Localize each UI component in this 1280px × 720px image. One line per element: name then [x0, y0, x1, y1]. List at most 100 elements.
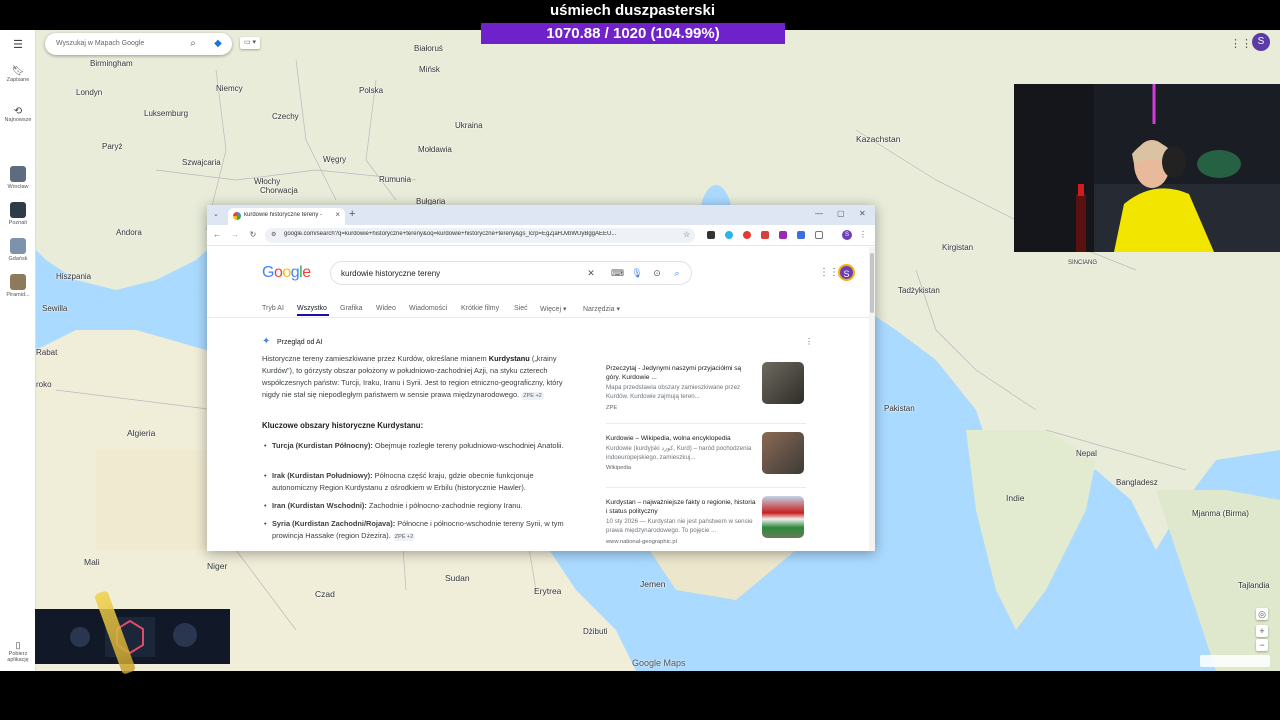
search-icon[interactable]: ⌕ [671, 268, 683, 279]
source-title[interactable]: Przeczytaj - Jedynymi naszymi przyjaciół… [606, 364, 756, 382]
extension-icon[interactable] [797, 231, 805, 239]
close-window-button[interactable]: ✕ [859, 209, 866, 218]
map-label: Erytrea [534, 586, 562, 596]
citation-chip[interactable]: ZPE +2 [392, 533, 416, 541]
browser-menu-icon[interactable]: ⋮ [858, 230, 868, 239]
tab-short-videos[interactable]: Krótkie filmy [461, 305, 499, 312]
new-tab-button[interactable]: + [349, 208, 355, 220]
zoom-in-button[interactable]: + [1256, 625, 1268, 637]
source-card[interactable]: Kurdystan – najważniejsze fakty o region… [599, 493, 812, 551]
map-label: Mjanma (Birma) [1192, 509, 1249, 518]
source-thumbnail[interactable] [762, 432, 804, 474]
map-label: Dżibuti [583, 627, 608, 636]
lens-icon[interactable]: ⊙ [651, 268, 663, 279]
google-results-page: Google kurdowie historyczne tereny ✕ ⌨ 🎙… [207, 247, 875, 551]
tab-ai-mode[interactable]: Tryb AI [262, 305, 284, 312]
my-location-icon[interactable]: ◎ [1256, 608, 1268, 620]
citation-chip[interactable]: ZPE +2 [521, 392, 544, 400]
tab-news[interactable]: Wiadomości [409, 305, 447, 312]
browser-profile-avatar[interactable]: S [842, 230, 852, 240]
map-label: Luksemburg [144, 109, 189, 118]
keyboard-icon[interactable]: ⌨ [611, 268, 624, 279]
maps-avatar[interactable]: S [1252, 33, 1270, 51]
tab-tools[interactable]: Narzędzia ▾ [583, 305, 620, 313]
source-snippet: Kurdowie (kurdyjski کورد, Kurd) – naród … [606, 445, 752, 461]
reload-icon[interactable]: ↻ [248, 230, 258, 239]
google-logo[interactable]: Google [262, 264, 311, 282]
map-label: Mali [84, 557, 100, 567]
map-label: Węgry [323, 155, 347, 164]
google-maps-logo: Google Maps [632, 658, 686, 668]
google-account-avatar[interactable]: S [838, 264, 855, 281]
source-thumbnail[interactable] [762, 496, 804, 538]
source-card[interactable]: Przeczytaj - Jedynymi naszymi przyjaciół… [599, 359, 812, 419]
extensions-puzzle-icon[interactable] [815, 231, 823, 239]
directions-icon[interactable]: ◆ [212, 38, 224, 50]
overlay-progress-text: 1070.88 / 1020 (104.99%) [546, 25, 720, 42]
map-label: Rumunia [379, 175, 412, 184]
back-icon[interactable]: ← [212, 230, 222, 239]
ai-overview-paragraph: Historyczne tereny zamieszkiwane przez K… [262, 353, 577, 401]
source-snippet: Mapa przedstawia obszary zamieszkiwane p… [606, 384, 741, 400]
rail-saved[interactable]: 🔖︎ Zapisane [0, 66, 36, 83]
history-icon: ⟲ [13, 106, 23, 117]
tab-close-icon[interactable]: × [335, 210, 340, 219]
microphone-icon[interactable]: 🎙︎ [631, 268, 643, 279]
layers-toggle-icon[interactable]: ▭ ▾ [240, 37, 260, 49]
maps-search-input[interactable]: Wyszukaj w Mapach Google [56, 40, 144, 47]
extension-icon[interactable] [779, 231, 787, 239]
url-text[interactable]: google.com/search?q=kurdowie+historyczne… [284, 231, 674, 237]
tab-more[interactable]: Więcej ▾ [540, 305, 566, 313]
minimize-button[interactable]: — [815, 209, 823, 218]
source-thumbnail[interactable] [762, 362, 804, 404]
rail-place-1[interactable]: Wrocław [0, 166, 36, 190]
tab-all[interactable]: Wszystko [297, 305, 327, 312]
google-search-box[interactable]: kurdowie historyczne tereny ✕ ⌨ 🎙︎ ⊙ ⌕ [330, 261, 692, 285]
rail-place-4[interactable]: Piramid... [0, 274, 36, 298]
phone-icon: ▯ [15, 640, 21, 650]
extension-icon[interactable] [725, 231, 733, 239]
map-label: roko [36, 380, 52, 389]
source-card[interactable]: Kurdowie – Wikipedia, wolna encyklopedia… [599, 429, 812, 489]
maximize-button[interactable]: ▢ [837, 209, 845, 218]
list-item: • Iran (Kurdistan Wschodni): Zachodnie i… [264, 501, 523, 510]
extension-icon[interactable] [761, 231, 769, 239]
tab-images[interactable]: Grafika [340, 305, 363, 312]
search-icon[interactable]: ⌕ [187, 38, 199, 50]
map-label: Sewilla [42, 304, 68, 313]
tab-search-icon[interactable]: ⌄ [213, 210, 219, 218]
tab-videos[interactable]: Wideo [376, 305, 396, 312]
screen: uśmiech duszpasterski Birmingham Londyn … [0, 0, 1280, 720]
list-item: • Irak (Kurdistan Południowy): Północna … [264, 471, 534, 492]
address-bar[interactable]: ⚙ google.com/search?q=kurdowie+historycz… [265, 228, 695, 243]
map-label: Czechy [272, 112, 299, 121]
source-title[interactable]: Kurdowie – Wikipedia, wolna encyklopedia [606, 434, 756, 443]
forward-icon[interactable]: → [230, 230, 240, 239]
rail-download-app[interactable]: ▯ Pobierz aplikację [0, 640, 36, 663]
source-site: ZPE [606, 405, 618, 411]
tab-web[interactable]: Sieć [514, 305, 528, 312]
ai-sources-panel: Przeczytaj - Jedynymi naszymi przyjaciół… [599, 351, 812, 551]
rail-place-3[interactable]: Gdańsk [0, 238, 36, 262]
page-scrollbar-thumb[interactable] [870, 253, 874, 313]
map-toolbar[interactable] [1200, 655, 1270, 667]
streamer-image [1014, 84, 1280, 252]
browser-tab[interactable]: kurdowie historyczne tereny - × [228, 208, 345, 225]
menu-icon[interactable]: ☰ [0, 38, 36, 51]
rail-recent[interactable]: ⟲ Najnowsze [0, 106, 36, 123]
rail-place-2[interactable]: Poznań [0, 202, 36, 226]
site-info-icon[interactable]: ⚙ [271, 231, 276, 238]
zoom-out-button[interactable]: − [1256, 639, 1268, 651]
list-item-text: Obejmuje rozległe tereny południowo-wsch… [372, 441, 564, 450]
clear-icon[interactable]: ✕ [585, 268, 597, 279]
list-item-title: Iran (Kurdistan Wschodni): [272, 501, 367, 510]
extension-icon[interactable] [707, 231, 715, 239]
maps-search-box[interactable]: Wyszukaj w Mapach Google ⌕ ◆ [45, 33, 232, 55]
overlay-progress-bar: 1070.88 / 1020 (104.99%) [481, 23, 785, 44]
extension-icon[interactable] [743, 231, 751, 239]
google-search-input[interactable]: kurdowie historyczne tereny [341, 269, 440, 278]
ai-more-icon[interactable]: ⋮ [805, 337, 813, 346]
google-favicon-icon [233, 212, 241, 220]
bookmark-star-icon[interactable]: ☆ [683, 230, 690, 239]
source-title[interactable]: Kurdystan – najważniejsze fakty o region… [606, 498, 756, 516]
